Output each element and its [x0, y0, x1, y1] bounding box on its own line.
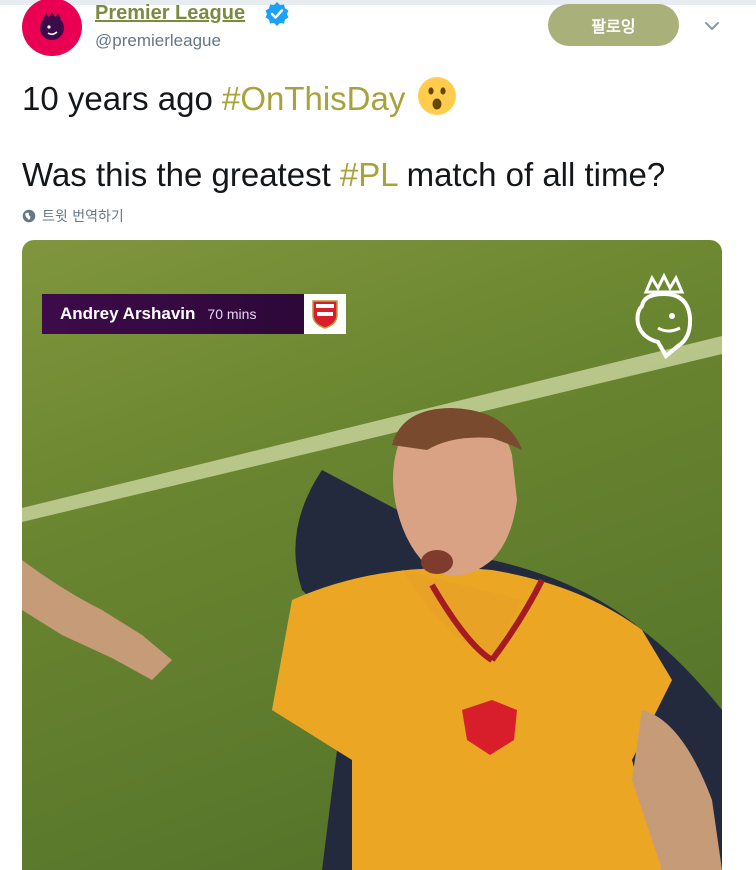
verified-badge-icon: [265, 2, 289, 26]
premier-league-lion-icon: [40, 12, 64, 40]
overlay-player-name: Andrey Arshavin: [60, 304, 196, 323]
premier-league-lion-icon: [635, 272, 693, 360]
tweet-card: Premier League @premierleague 팔로잉 10 yea…: [0, 0, 756, 870]
tweet-text: 10 years ago: [22, 80, 222, 117]
following-button[interactable]: 팔로잉: [548, 4, 679, 46]
translate-tweet-link[interactable]: 트윗 번역하기: [22, 206, 124, 226]
video-player[interactable]: Andrey Arshavin 70 mins: [22, 240, 722, 870]
globe-icon: [22, 209, 36, 223]
tweet-text-line-2: Was this the greatest #PL match of all t…: [22, 156, 665, 194]
overlay-minute: 70 mins: [207, 306, 257, 322]
tweet-text: Was this the greatest: [22, 156, 340, 193]
arsenal-crest-icon: [312, 300, 338, 329]
player-name-overlay: Andrey Arshavin 70 mins: [42, 294, 304, 334]
tweet-text: match of all time?: [397, 156, 666, 193]
video-frame-image: [22, 336, 722, 870]
display-name[interactable]: Premier League: [95, 2, 245, 25]
translate-label: 트윗 번역하기: [42, 209, 124, 225]
hashtag-link[interactable]: #OnThisDay: [222, 80, 405, 117]
avatar[interactable]: [22, 0, 82, 56]
astonished-face-emoji-icon: [418, 77, 457, 115]
chevron-down-icon[interactable]: [700, 14, 724, 38]
tweet-text-line-1: 10 years ago #OnThisDay: [22, 76, 457, 118]
club-crest: [304, 294, 346, 334]
hashtag-link[interactable]: #PL: [340, 156, 398, 193]
user-handle[interactable]: @premierleague: [95, 31, 221, 51]
